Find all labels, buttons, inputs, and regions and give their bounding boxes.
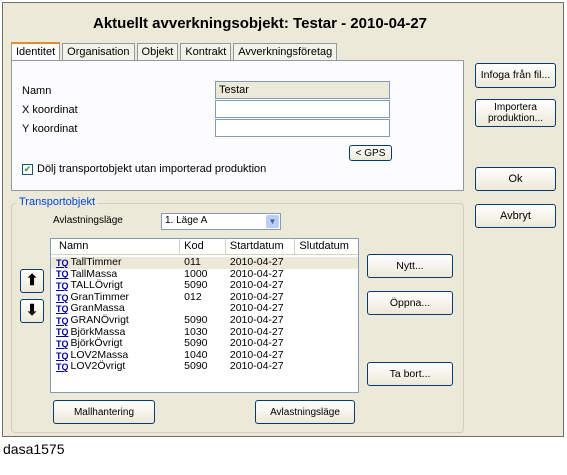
- caption-text: dasa1575: [3, 441, 65, 457]
- tab-kontrakt[interactable]: Kontrakt: [180, 43, 232, 60]
- tab-avverkningsforetag[interactable]: Avverkningsföretag: [233, 43, 338, 60]
- column-header-startdatum[interactable]: Startdatum: [226, 239, 296, 254]
- tq-icon: TQ: [56, 257, 69, 268]
- avlastningslage-dropdown[interactable]: 1. Läge A ▼: [161, 213, 281, 230]
- row-kod: 5090: [184, 360, 208, 373]
- ok-button[interactable]: Ok: [475, 167, 556, 191]
- oppna-button[interactable]: Öppna...: [367, 291, 453, 315]
- avlastningslage-value: 1. Läge A: [165, 215, 208, 226]
- tab-bar: Identitet Organisation Objekt Kontrakt A…: [11, 42, 339, 61]
- row-slutdatum: [295, 350, 358, 362]
- row-slutdatum: [295, 315, 358, 327]
- row-startdatum: 2010-04-27: [229, 256, 284, 268]
- tq-icon: TQ: [56, 362, 69, 373]
- tab-objekt[interactable]: Objekt: [136, 43, 179, 60]
- hide-transport-label: Dölj transportobjekt utan importerad pro…: [37, 163, 267, 175]
- row-kod: 011: [184, 256, 201, 268]
- tq-icon: TQ: [56, 338, 69, 349]
- row-startdatum: 2010-04-27: [229, 337, 284, 350]
- column-header-slutdatum[interactable]: Slutdatum: [295, 239, 358, 254]
- dialog-window: Aktuellt avverkningsobjekt: Testar - 201…: [2, 2, 564, 437]
- arrow-up-icon: ⬆: [25, 272, 39, 289]
- avlastningslage-button[interactable]: Avlastningsläge: [255, 400, 355, 424]
- tq-icon: TQ: [56, 304, 69, 315]
- row-startdatum: 2010-04-27: [229, 360, 284, 373]
- row-name: TallTimmer: [70, 256, 122, 268]
- row-slutdatum: [295, 303, 358, 315]
- row-slutdatum: [295, 257, 358, 269]
- transport-list[interactable]: Namn Kod Startdatum Slutdatum TQ TallTimm…: [50, 238, 359, 393]
- importera-produktion-button[interactable]: Importera produktion...: [475, 99, 556, 127]
- row-kod: 5090: [184, 337, 208, 350]
- x-coordinate-label: X koordinat: [22, 104, 78, 116]
- column-header-kod[interactable]: Kod: [180, 239, 226, 254]
- nytt-button[interactable]: Nytt...: [367, 254, 453, 278]
- move-up-button[interactable]: ⬆: [20, 269, 44, 293]
- tq-icon: TQ: [56, 280, 69, 291]
- y-coordinate-label: Y koordinat: [22, 123, 78, 135]
- tq-icon: TQ: [56, 292, 69, 303]
- tq-icon: TQ: [56, 269, 69, 280]
- row-name: BjörkÖvrigt: [70, 337, 123, 350]
- identity-panel: Namn Testar X koordinat Y koordinat < GP…: [11, 60, 464, 191]
- ta-bort-button[interactable]: Ta bort...: [367, 362, 453, 386]
- column-header-namn[interactable]: Namn: [51, 239, 181, 254]
- name-field: Testar: [215, 81, 390, 99]
- row-slutdatum: [295, 280, 358, 292]
- row-slutdatum: [295, 292, 358, 304]
- row-name: GRANÖvrigt: [70, 313, 129, 326]
- list-row[interactable]: TQ BjörkÖvrigt 5090 2010-04-27: [51, 338, 358, 350]
- gps-button[interactable]: < GPS: [349, 145, 392, 161]
- y-coordinate-input[interactable]: [215, 119, 390, 137]
- row-name: LOV2Övrigt: [70, 360, 126, 373]
- tq-icon: TQ: [56, 315, 69, 326]
- arrow-down-icon: ⬇: [25, 302, 39, 319]
- tq-icon: TQ: [56, 350, 69, 361]
- move-down-button[interactable]: ⬇: [20, 299, 44, 323]
- avlastningslage-label: Avlastningsläge: [53, 215, 123, 226]
- tab-identitet[interactable]: Identitet: [11, 42, 61, 61]
- row-slutdatum: [295, 361, 358, 373]
- infoga-fran-fil-button[interactable]: Infoga från fil...: [475, 63, 556, 88]
- row-slutdatum: [295, 338, 358, 350]
- avbryt-button[interactable]: Avbryt: [475, 204, 556, 228]
- mallhantering-button[interactable]: Mallhantering: [53, 400, 155, 424]
- transport-group-label: Transportobjekt: [17, 196, 98, 208]
- row-startdatum: 2010-04-27: [229, 313, 284, 326]
- row-kod: 5090: [184, 313, 208, 326]
- chevron-down-icon[interactable]: ▼: [266, 215, 279, 228]
- list-row[interactable]: TQ GRANÖvrigt 5090 2010-04-27: [51, 313, 358, 327]
- x-coordinate-input[interactable]: [215, 100, 390, 118]
- row-slutdatum: [295, 327, 358, 339]
- list-header: Namn Kod Startdatum Slutdatum: [51, 239, 358, 255]
- tab-organisation[interactable]: Organisation: [62, 43, 135, 60]
- row-kod: 012: [184, 290, 202, 303]
- row-slutdatum: [295, 269, 358, 281]
- dialog-title: Aktuellt avverkningsobjekt: Testar - 201…: [93, 15, 428, 32]
- hide-transport-checkbox[interactable]: ✔: [22, 164, 33, 175]
- name-label: Namn: [22, 85, 52, 97]
- tq-icon: TQ: [56, 327, 69, 338]
- list-row[interactable]: TQ LOV2Övrigt 5090 2010-04-27: [51, 361, 358, 373]
- list-body: TQ TallTimmer 011 2010-04-27 TQ TallMassa …: [51, 255, 358, 373]
- list-row[interactable]: TQ TallTimmer 011 2010-04-27: [51, 256, 358, 269]
